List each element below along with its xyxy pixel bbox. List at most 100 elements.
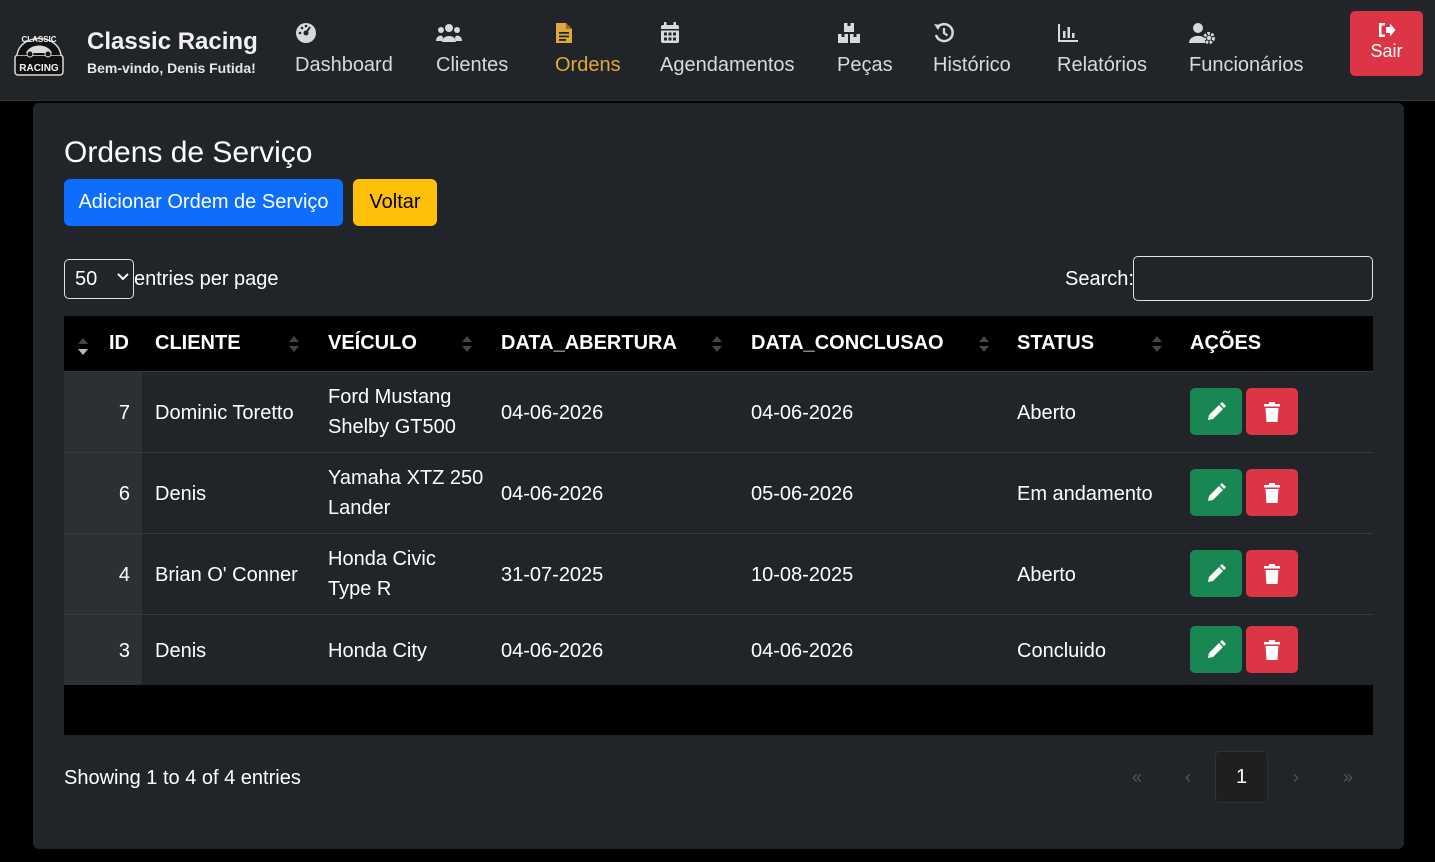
cell-data-abertura: 04-06-2026 — [501, 401, 604, 424]
brand-title[interactable]: Classic Racing — [87, 28, 258, 56]
pencil-icon — [1208, 401, 1226, 420]
cell-veiculo-line1: Honda Civic — [328, 548, 436, 570]
delete-button[interactable] — [1246, 550, 1298, 597]
cell-status: Aberto — [1017, 401, 1076, 424]
column-header-acoes: AÇÕES — [1190, 332, 1262, 354]
welcome-text: Bem-vindo, Denis Futida! — [87, 60, 256, 76]
column-header-cliente[interactable]: CLIENTE — [155, 316, 241, 371]
edit-button[interactable] — [1190, 388, 1242, 435]
entries-per-page-select[interactable]: 50 — [64, 259, 134, 299]
entries-per-page-label: entries per page — [134, 268, 279, 290]
entries-per-page-value: 50 — [75, 267, 98, 290]
nav-item-dashboard[interactable]: Dashboard — [295, 22, 393, 77]
cell-veiculo-line2: Lander — [328, 497, 391, 519]
cell-data-conclusao: 04-06-2026 — [751, 401, 854, 424]
delete-button[interactable] — [1246, 626, 1298, 673]
add-order-button[interactable]: Adicionar Ordem de Serviço — [64, 179, 343, 226]
cell-id: 3 — [118, 639, 130, 662]
edit-button[interactable] — [1190, 469, 1242, 516]
orders-card: Ordens de Serviço Adicionar Ordem de Ser… — [33, 103, 1404, 849]
users-icon — [436, 22, 508, 46]
edit-button[interactable] — [1190, 626, 1242, 673]
cell-id: 4 — [118, 563, 130, 586]
calendar-icon — [660, 22, 795, 46]
page-prev-button[interactable]: ‹ — [1178, 751, 1198, 803]
nav-item-pecas[interactable]: Peças — [837, 22, 893, 77]
cell-cliente: Denis — [155, 482, 207, 505]
cell-veiculo-line2: Shelby GT500 — [328, 416, 456, 438]
column-header-data-conclusao[interactable]: DATA_CONCLUSAO — [751, 316, 944, 371]
nav-label-relatorios: Relatórios — [1057, 54, 1148, 76]
column-header-data-abertura[interactable]: DATA_ABERTURA — [501, 316, 677, 371]
nav-item-historico[interactable]: Histórico — [933, 22, 1011, 77]
nav-item-ordens[interactable]: Ordens — [555, 22, 621, 77]
table-footer — [64, 685, 1373, 735]
cell-cliente: Brian O' Conner — [155, 563, 298, 586]
boxes-icon — [837, 22, 893, 46]
pencil-icon — [1208, 639, 1226, 658]
pencil-icon — [1208, 563, 1226, 582]
logout-label: Sair — [1370, 41, 1403, 61]
page-next-button[interactable]: › — [1286, 751, 1306, 803]
cell-status: Em andamento — [1017, 482, 1153, 505]
back-button[interactable]: Voltar — [353, 179, 437, 226]
nav-item-relatorios[interactable]: Relatórios — [1057, 22, 1147, 77]
bar-chart-icon — [1057, 22, 1147, 46]
user-gear-icon — [1189, 22, 1304, 46]
sort-icon[interactable] — [461, 334, 473, 354]
table-row: 4 Brian O' Conner Honda Civic Type R 31-… — [64, 533, 1373, 614]
nav-label-pecas: Peças — [837, 54, 893, 76]
cell-status: Aberto — [1017, 563, 1076, 586]
nav-label-funcionarios: Funcionários — [1189, 54, 1304, 76]
chevron-down-icon — [117, 273, 129, 281]
nav-item-funcionarios[interactable]: Funcionários — [1189, 22, 1304, 77]
delete-button[interactable] — [1246, 388, 1298, 435]
svg-text:CLASSIC: CLASSIC — [21, 35, 56, 44]
nav-label-dashboard: Dashboard — [295, 54, 393, 76]
cell-veiculo-line1: Yamaha XTZ 250 — [328, 467, 484, 489]
page-number-button[interactable]: 1 — [1215, 751, 1268, 803]
table-row: 6 Denis Yamaha XTZ 250 Lander 04-06-2026… — [64, 452, 1373, 533]
cell-status: Concluido — [1017, 639, 1106, 662]
nav-label-clientes: Clientes — [436, 54, 509, 76]
nav-item-clientes[interactable]: Clientes — [436, 22, 508, 77]
trash-icon — [1264, 563, 1280, 584]
sort-icon[interactable] — [1151, 334, 1163, 354]
edit-button[interactable] — [1190, 550, 1242, 597]
cell-data-conclusao: 05-06-2026 — [751, 482, 854, 505]
column-header-status[interactable]: STATUS — [1017, 316, 1094, 371]
sort-desc-icon[interactable] — [76, 337, 90, 357]
sort-icon[interactable] — [288, 334, 300, 354]
nav-label-agendamentos: Agendamentos — [660, 54, 795, 76]
sort-icon[interactable] — [978, 334, 990, 354]
file-text-icon — [555, 22, 621, 46]
classic-racing-logo[interactable]: CLASSIC RACING — [12, 25, 66, 79]
svg-text:RACING: RACING — [19, 63, 59, 74]
trash-icon — [1264, 639, 1280, 660]
cell-veiculo-line1: Ford Mustang — [328, 386, 452, 408]
top-navbar: CLASSIC RACING Classic Racing Bem-vindo,… — [0, 0, 1435, 101]
trash-icon — [1264, 482, 1280, 503]
page-title: Ordens de Serviço — [64, 136, 313, 169]
table-row: 7 Dominic Toretto Ford Mustang Shelby GT… — [64, 371, 1373, 452]
column-header-id[interactable]: ID — [109, 316, 129, 371]
trash-icon — [1264, 401, 1280, 422]
table-row: 3 Denis Honda City 04-06-2026 04-06-2026… — [64, 614, 1373, 685]
logout-button[interactable]: Sair — [1350, 11, 1423, 76]
nav-label-ordens: Ordens — [555, 54, 621, 76]
cell-id: 7 — [118, 401, 130, 424]
table-header: ID CLIENTE VEÍCULO DATA_ABERTURA DATA_CO… — [64, 316, 1373, 371]
cell-veiculo-line2: Type R — [328, 578, 392, 600]
search-input[interactable] — [1133, 256, 1373, 301]
cell-id: 6 — [118, 482, 130, 505]
sign-out-icon — [1350, 11, 1423, 41]
nav-item-agendamentos[interactable]: Agendamentos — [660, 22, 795, 77]
cell-cliente: Denis — [155, 639, 207, 662]
cell-data-abertura: 04-06-2026 — [501, 482, 604, 505]
column-header-veiculo[interactable]: VEÍCULO — [328, 316, 417, 371]
sort-icon[interactable] — [711, 334, 723, 354]
cell-data-abertura: 04-06-2026 — [501, 639, 604, 662]
page-first-button[interactable]: « — [1125, 751, 1149, 803]
delete-button[interactable] — [1246, 469, 1298, 516]
page-last-button[interactable]: » — [1336, 751, 1360, 803]
